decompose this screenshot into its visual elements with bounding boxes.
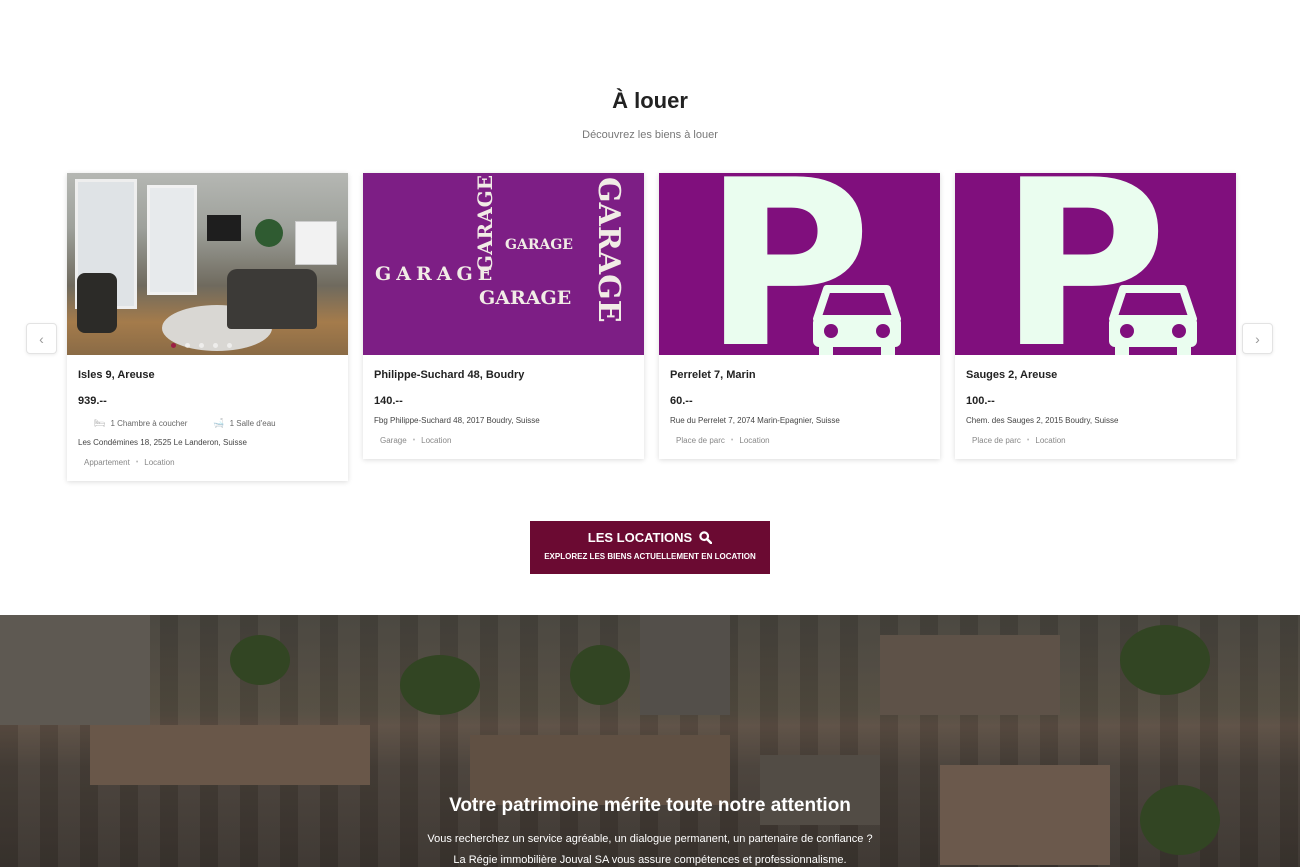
listing-type: Place de parc — [972, 436, 1021, 445]
listing-address: Chem. des Sauges 2, 2015 Boudry, Suisse — [966, 416, 1119, 425]
slide-dot[interactable] — [213, 343, 218, 348]
carousel-next-button[interactable]: › — [1242, 323, 1273, 354]
slide-indicators[interactable] — [171, 343, 232, 348]
listing-image[interactable]: P — [659, 173, 940, 355]
listing-type: Appartement — [84, 458, 130, 467]
chevron-right-icon: › — [1255, 330, 1260, 347]
banner-text-line-2: La Régie immobilière Jouval SA vous assu… — [453, 854, 847, 866]
listing-category: Location — [1035, 436, 1066, 445]
listing-image[interactable]: GARAGE GARAGE GARAGE GARAGE GARAGE — [363, 173, 644, 355]
carousel-prev-button[interactable]: ‹ — [26, 323, 57, 354]
listing-card[interactable]: GARAGE GARAGE GARAGE GARAGE GARAGE Phili… — [363, 173, 644, 459]
listing-price: 140.-- — [374, 395, 403, 407]
chevron-left-icon: ‹ — [39, 330, 44, 347]
slide-dot[interactable] — [227, 343, 232, 348]
locations-cta-button[interactable]: LES LOCATIONS EXPLOREZ LES BIENS ACTUELL… — [530, 521, 770, 574]
listing-category: Location — [421, 436, 452, 445]
tag-separator: • — [135, 459, 139, 466]
listing-price: 60.-- — [670, 395, 693, 407]
car-icon — [1109, 285, 1197, 355]
bath-icon: 🛁 — [213, 418, 225, 428]
listing-category: Location — [144, 458, 175, 467]
banner-text-line-1: Vous recherchez un service agréable, un … — [427, 833, 873, 845]
slide-dot[interactable] — [199, 343, 204, 348]
bed-icon: 🛏 — [94, 418, 106, 428]
listing-image[interactable] — [67, 173, 348, 355]
tag-separator: • — [730, 437, 734, 444]
banner-heading: Votre patrimoine mérite toute notre atte… — [449, 795, 851, 816]
cta-subtitle: EXPLOREZ LES BIENS ACTUELLEMENT EN LOCAT… — [544, 552, 756, 561]
bathrooms-label: 1 Salle d'eau — [229, 419, 276, 428]
tag-separator: • — [1026, 437, 1030, 444]
bathrooms-feature: 🛁 1 Salle d'eau — [213, 418, 275, 429]
garage-text: GARAGE — [505, 237, 573, 253]
listing-card[interactable]: Isles 9, Areuse 939.-- 🛏 1 Chambre à cou… — [67, 173, 348, 481]
garage-text: GARAGE — [479, 287, 572, 309]
garage-text: GARAGE — [591, 177, 626, 323]
garage-text: GARAGE — [473, 175, 497, 273]
garage-text: GARAGE — [375, 263, 498, 285]
bedrooms-feature: 🛏 1 Chambre à coucher — [94, 418, 187, 429]
bedrooms-label: 1 Chambre à coucher — [110, 419, 188, 428]
listing-address: Rue du Perrelet 7, 2074 Marin-Epagnier, … — [670, 416, 840, 425]
listing-title[interactable]: Perrelet 7, Marin — [670, 369, 929, 381]
cta-title: LES LOCATIONS — [587, 530, 693, 545]
search-icon — [699, 531, 713, 544]
listing-title[interactable]: Isles 9, Areuse — [78, 369, 337, 381]
listing-address: Les Condémines 18, 2525 Le Landeron, Sui… — [78, 438, 248, 447]
listing-price: 939.-- — [78, 395, 107, 407]
hero-banner: Votre patrimoine mérite toute notre atte… — [0, 615, 1300, 867]
listing-type: Place de parc — [676, 436, 725, 445]
listing-title[interactable]: Sauges 2, Areuse — [966, 369, 1225, 381]
slide-dot[interactable] — [185, 343, 190, 348]
listing-address: Fbg Philippe-Suchard 48, 2017 Boudry, Su… — [374, 416, 540, 425]
listing-type: Garage — [380, 436, 407, 445]
car-icon — [813, 285, 901, 355]
slide-dot[interactable] — [171, 343, 176, 348]
listing-title[interactable]: Philippe-Suchard 48, Boudry — [374, 369, 633, 381]
section-subtitle: Découvrez les biens à louer — [582, 129, 718, 141]
listing-card[interactable]: P Sauges 2, Areuse 100.-- Chem. des Saug… — [955, 173, 1236, 459]
listing-price: 100.-- — [966, 395, 995, 407]
listing-category: Location — [739, 436, 770, 445]
listing-card[interactable]: P Perrelet 7, Marin 60.-- Rue du Perrele… — [659, 173, 940, 459]
section-title: À louer — [612, 88, 688, 113]
tag-separator: • — [412, 437, 416, 444]
listing-image[interactable]: P — [955, 173, 1236, 355]
